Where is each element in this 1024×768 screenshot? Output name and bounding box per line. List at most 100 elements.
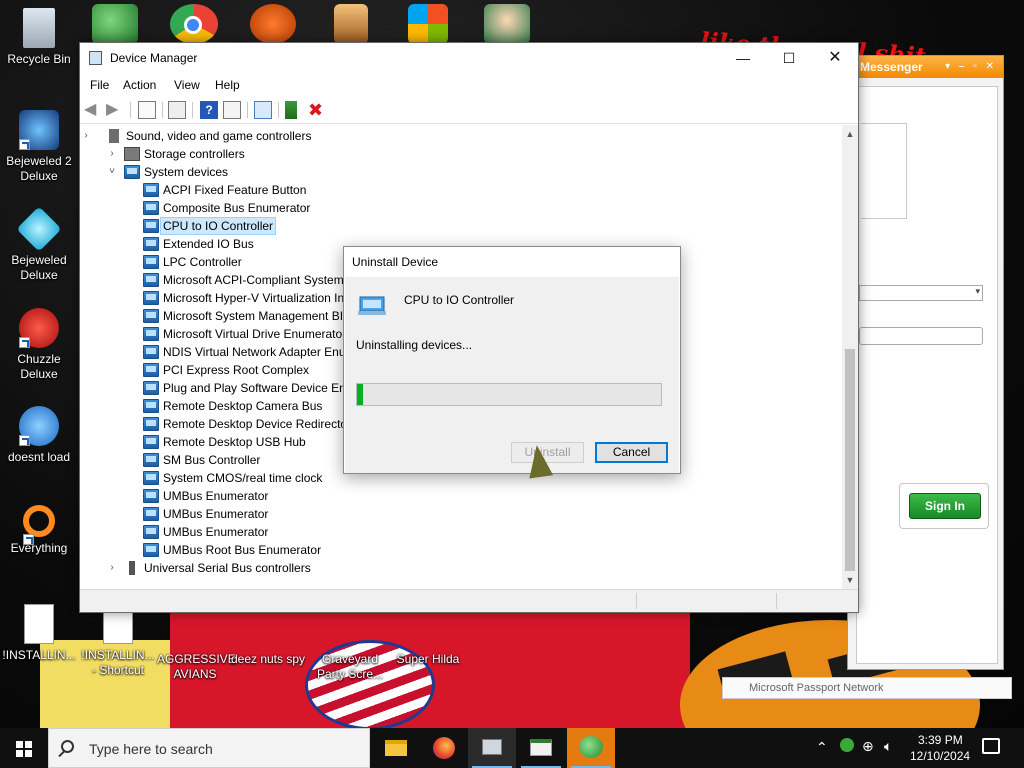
uninstall-device-icon[interactable]: ✖ xyxy=(308,101,326,119)
close-button[interactable]: ✕ xyxy=(812,43,858,73)
chevron-right-icon[interactable]: › xyxy=(80,127,92,145)
system-device-icon xyxy=(143,435,159,449)
start-button[interactable] xyxy=(0,728,48,768)
taskbar-device-manager[interactable] xyxy=(468,728,516,768)
desktop-icon-label: !INSTALLIN... - Shortcut xyxy=(81,648,155,677)
windows-logo-icon xyxy=(16,750,23,757)
back-arrow-icon[interactable]: ◀ xyxy=(84,101,102,119)
messenger-titlebar[interactable]: Messenger ▾ – ▫ ✕ xyxy=(848,56,1003,78)
search-placeholder: Type here to search xyxy=(89,741,213,757)
desktop-icon-deez-nuts-spy[interactable]: deez nuts spy xyxy=(230,652,306,667)
uninstall-progress-bar xyxy=(356,383,662,406)
messenger-tray-icon[interactable] xyxy=(840,738,854,752)
menu-action[interactable]: Action xyxy=(123,78,156,92)
system-device-icon xyxy=(143,255,159,269)
folder-icon xyxy=(385,740,407,756)
windows-logo-icon xyxy=(25,741,32,748)
tree-row-label: Microsoft Virtual Drive Enumerator xyxy=(163,327,347,341)
desktop-icon-doesnt-load[interactable]: doesnt load xyxy=(1,406,77,465)
taskbar-messenger[interactable] xyxy=(567,728,615,768)
tree-row-label: Microsoft Hyper-V Virtualization In xyxy=(163,291,345,305)
scroll-up-arrow-icon[interactable]: ▲ xyxy=(842,127,858,141)
scan-hardware-icon[interactable] xyxy=(254,101,272,119)
desktop-icon-label: AGGRESSIVE AVIANS xyxy=(157,652,236,681)
tree-row-label: Composite Bus Enumerator xyxy=(163,201,311,215)
desktop-icon-label: Everything xyxy=(10,541,68,555)
firefox-icon xyxy=(433,737,455,759)
clock-date[interactable]: 12/10/2024 xyxy=(910,749,970,763)
cancel-button[interactable]: Cancel xyxy=(595,442,668,463)
system-device-icon xyxy=(143,327,159,341)
statusbar xyxy=(80,589,858,612)
windows-logo-icon xyxy=(25,750,32,757)
scroll-down-arrow-icon[interactable]: ▼ xyxy=(842,573,858,587)
desktop-icon-chuzzle[interactable]: Chuzzle Deluxe xyxy=(1,308,77,382)
desktop-icon-bejeweled-2[interactable]: Bejeweled 2 Deluxe xyxy=(1,110,77,184)
desktop-icon-label: Graveyard Party Scre... xyxy=(316,652,384,681)
titlebar[interactable]: Device Manager — ☐ ✕ xyxy=(80,43,858,74)
volume-icon[interactable]: 🔈︎ xyxy=(884,738,892,755)
character-icon[interactable] xyxy=(484,4,530,44)
chevron-down-icon[interactable]: ˅ xyxy=(106,163,118,181)
desktop-icon-everything[interactable]: Everything xyxy=(1,505,77,556)
desktop-icon-super-hilda[interactable]: Super Hilda xyxy=(390,652,466,667)
signin-button[interactable]: Sign In xyxy=(909,493,981,519)
taskbar-window-app[interactable] xyxy=(517,728,565,768)
menu-file[interactable]: File xyxy=(90,78,109,92)
device-manager-icon xyxy=(482,739,502,755)
desktop-icon-aggressive-avians[interactable]: AGGRESSIVE AVIANS xyxy=(157,652,236,682)
system-device-icon xyxy=(143,273,159,287)
recycle-bin-icon xyxy=(23,8,55,48)
messenger-account-select[interactable]: ▾ xyxy=(859,285,983,301)
show-hide-console-tree-icon[interactable] xyxy=(138,101,156,119)
taskbar-search-box[interactable]: Type here to search xyxy=(48,728,370,768)
network-globe-icon[interactable]: ⊕ xyxy=(862,738,874,755)
dialog-title: Uninstall Device xyxy=(352,255,439,269)
menu-view[interactable]: View xyxy=(174,78,200,92)
diamond-icon xyxy=(16,206,62,252)
tree-row-label: Sound, video and game controllers xyxy=(126,129,312,143)
desktop-icon-label: deez nuts spy xyxy=(230,652,306,666)
desktop-icon-graveyard[interactable]: Graveyard Party Scre... xyxy=(312,652,388,682)
taskbar-file-explorer[interactable] xyxy=(372,728,420,768)
action-pane-icon[interactable] xyxy=(223,101,241,119)
forward-arrow-icon[interactable]: ▶ xyxy=(106,101,124,119)
desktop-icon-label: Bejeweled Deluxe xyxy=(11,253,67,282)
taskbar-firefox[interactable] xyxy=(420,728,468,768)
messenger-window[interactable]: Messenger ▾ – ▫ ✕ ▾ Sign In Microsoft Pa… xyxy=(722,55,1012,699)
speaker-icon xyxy=(109,129,119,143)
desktop-icon-bejeweled[interactable]: Bejeweled Deluxe xyxy=(1,206,77,283)
menu-help[interactable]: Help xyxy=(215,78,240,92)
update-driver-icon[interactable] xyxy=(285,101,297,119)
notifications-icon[interactable] xyxy=(982,738,1000,754)
toolbar-separator xyxy=(192,102,193,118)
clock-time[interactable]: 3:39 PM xyxy=(918,733,963,747)
system-device-icon xyxy=(143,399,159,413)
uninstall-device-dialog[interactable]: Uninstall Device CPU to IO Controller Un… xyxy=(343,246,681,474)
help-icon[interactable]: ? xyxy=(200,101,218,119)
toolbar: ◀ ▶ ? ✖ xyxy=(80,96,858,124)
desktop-icon-installing[interactable]: !INSTALLIN... xyxy=(1,604,77,663)
system-device-icon xyxy=(143,471,159,485)
desktop-icon-installing-shortcut[interactable]: !INSTALLIN... - Shortcut xyxy=(80,604,156,678)
messenger-password-field[interactable] xyxy=(859,327,983,345)
chevron-up-icon[interactable]: ⌃ xyxy=(816,739,828,756)
scrollbar-thumb[interactable] xyxy=(845,349,855,571)
shortcut-arrow-icon xyxy=(19,139,30,150)
messenger-people-icon[interactable] xyxy=(92,4,138,44)
popcap-icon[interactable] xyxy=(250,4,296,44)
properties-icon[interactable] xyxy=(168,101,186,119)
tree-scrollbar[interactable]: ▲ ▼ xyxy=(842,125,858,589)
messenger-window-controls[interactable]: ▾ – ▫ ✕ xyxy=(945,61,997,72)
minimize-button[interactable]: — xyxy=(720,43,766,73)
bejeweled-2-icon xyxy=(19,110,59,150)
winrar-icon[interactable] xyxy=(334,4,368,44)
desktop-icon-label: Recycle Bin xyxy=(7,52,71,66)
desktop-icon-recycle-bin[interactable]: Recycle Bin xyxy=(1,8,77,67)
desktop-icon-label: Chuzzle Deluxe xyxy=(17,352,61,381)
maximize-button[interactable]: ☐ xyxy=(766,43,812,73)
chevron-right-icon[interactable]: › xyxy=(106,559,118,577)
chevron-right-icon[interactable]: › xyxy=(106,145,118,163)
microsoft-icon[interactable] xyxy=(408,4,448,44)
chrome-icon[interactable] xyxy=(170,4,218,44)
